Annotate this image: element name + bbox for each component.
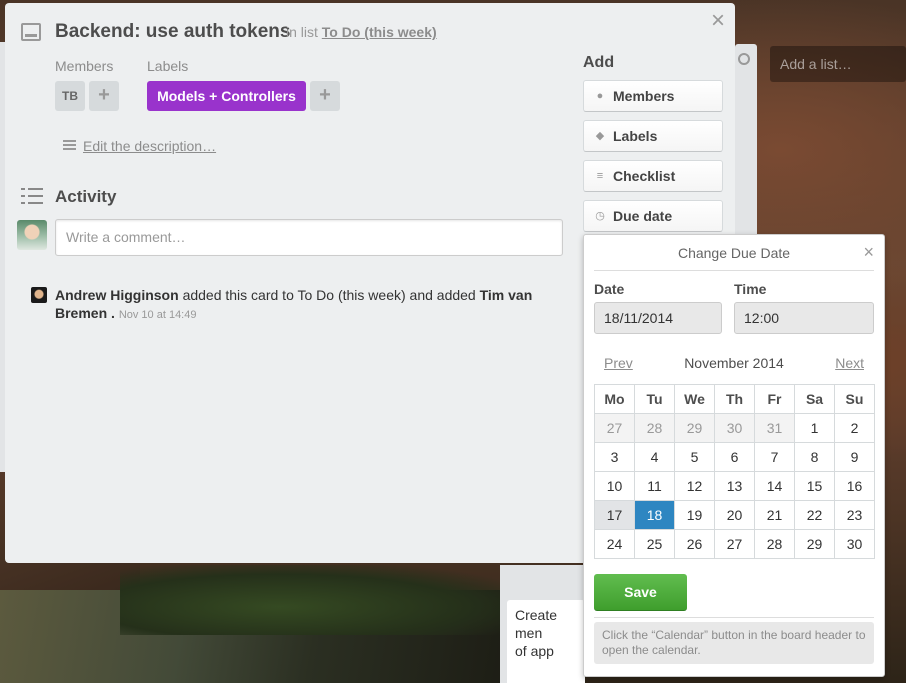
calendar-day[interactable]: 21 xyxy=(754,500,795,530)
add-label-button[interactable]: + xyxy=(310,81,340,111)
calendar-day[interactable]: 1 xyxy=(794,413,835,443)
card-icon xyxy=(21,23,41,41)
calendar-day[interactable]: 2 xyxy=(834,413,875,443)
save-button[interactable]: Save xyxy=(594,574,687,611)
due-date-popover: Change Due Date × Date Time 18/11/2014 1… xyxy=(583,234,885,677)
date-label: Date xyxy=(594,281,625,297)
calendar-day[interactable]: 20 xyxy=(714,500,755,530)
calendar-day[interactable]: 15 xyxy=(794,471,835,501)
labels-label: Labels xyxy=(147,58,189,74)
calendar-day[interactable]: 6 xyxy=(714,442,755,472)
calendar-day[interactable]: 8 xyxy=(794,442,835,472)
calendar-day[interactable]: 16 xyxy=(834,471,875,501)
activity-item: Andrew Higginson added this card to To D… xyxy=(55,286,555,324)
due-date-button-label: Due date xyxy=(613,208,673,224)
calendar-day-selected[interactable]: 18 xyxy=(634,500,675,530)
members-label: Members xyxy=(55,58,114,74)
member-avatar[interactable]: TB xyxy=(55,81,85,111)
close-icon[interactable]: × xyxy=(863,243,874,261)
calendar-day[interactable]: 19 xyxy=(674,500,715,530)
board-list-partial-right xyxy=(735,44,757,244)
weekday-header: Th xyxy=(714,384,755,414)
calendar-day[interactable]: 11 xyxy=(634,471,675,501)
in-list-prefix: in list xyxy=(286,24,318,40)
labels-button-label: Labels xyxy=(613,128,658,144)
calendar-day[interactable]: 25 xyxy=(634,529,675,559)
activity-heading: Activity xyxy=(55,187,117,206)
weekday-header: Mo xyxy=(594,384,635,414)
prev-month-link[interactable]: Prev xyxy=(604,355,633,371)
calendar-day[interactable]: 14 xyxy=(754,471,795,501)
calendar-day[interactable]: 27 xyxy=(594,413,635,443)
calendar-day[interactable]: 23 xyxy=(834,500,875,530)
divider xyxy=(594,617,874,618)
weekday-header: Tu xyxy=(634,384,675,414)
description-icon xyxy=(63,140,76,151)
landscape-trees xyxy=(120,565,520,635)
person-icon: ● xyxy=(596,90,604,102)
calendar-day[interactable]: 28 xyxy=(754,529,795,559)
next-month-link[interactable]: Next xyxy=(835,355,864,371)
label-badge[interactable]: Models + Controllers xyxy=(147,81,306,111)
calendar-grid: Mo Tu We Th Fr Sa Su 27 28 29 30 31 1 2 … xyxy=(594,384,875,559)
activity-actor[interactable]: Andrew Higginson xyxy=(55,287,179,303)
actor-avatar xyxy=(31,287,47,303)
calendar-day[interactable]: 29 xyxy=(674,413,715,443)
calendar-day[interactable]: 30 xyxy=(714,413,755,443)
calendar-day-today[interactable]: 17 xyxy=(594,500,635,530)
list-name-link[interactable]: To Do (this week) xyxy=(322,24,437,40)
calendar-day[interactable]: 27 xyxy=(714,529,755,559)
divider xyxy=(594,270,874,271)
calendar-day[interactable]: 13 xyxy=(714,471,755,501)
calendar-day[interactable]: 9 xyxy=(834,442,875,472)
popover-title: Change Due Date xyxy=(677,245,791,261)
calendar-day[interactable]: 31 xyxy=(754,413,795,443)
due-date-button[interactable]: ◷ Due date xyxy=(583,200,723,232)
tag-icon: ◆ xyxy=(595,130,605,142)
clock-icon: ◷ xyxy=(595,210,605,222)
add-heading: Add xyxy=(583,54,615,71)
comment-input[interactable]: Write a comment… xyxy=(55,219,563,256)
calendar-day[interactable]: 28 xyxy=(634,413,675,443)
members-button-label: Members xyxy=(613,88,675,104)
checklist-button[interactable]: ≡ Checklist xyxy=(583,160,723,192)
list-menu-icon[interactable] xyxy=(738,53,750,65)
calendar-day[interactable]: 12 xyxy=(674,471,715,501)
weekday-header: Su xyxy=(834,384,875,414)
calendar-day[interactable]: 10 xyxy=(594,471,635,501)
calendar-day[interactable]: 26 xyxy=(674,529,715,559)
checklist-icon: ≡ xyxy=(596,170,604,182)
weekday-header: Sa xyxy=(794,384,835,414)
time-label: Time xyxy=(734,281,767,297)
calendar-hint: Click the “Calendar” button in the board… xyxy=(594,622,874,664)
close-icon[interactable]: × xyxy=(711,9,725,33)
members-button[interactable]: ● Members xyxy=(583,80,723,112)
calendar-day[interactable]: 7 xyxy=(754,442,795,472)
weekday-header: Fr xyxy=(754,384,795,414)
date-input[interactable]: 18/11/2014 xyxy=(594,302,722,334)
activity-suffix: . xyxy=(111,305,115,321)
activity-text: added this card to To Do (this week) and… xyxy=(182,287,476,303)
calendar-day[interactable]: 3 xyxy=(594,442,635,472)
card-title[interactable]: Backend: use auth tokens xyxy=(55,21,290,43)
add-member-button[interactable]: + xyxy=(89,81,119,111)
calendar-day[interactable]: 24 xyxy=(594,529,635,559)
calendar-day[interactable]: 22 xyxy=(794,500,835,530)
edit-description-link[interactable]: Edit the description… xyxy=(83,138,216,154)
board-card[interactable]: Create men of app xyxy=(507,600,585,683)
user-avatar xyxy=(17,220,47,250)
calendar-day[interactable]: 5 xyxy=(674,442,715,472)
checklist-button-label: Checklist xyxy=(613,168,676,184)
labels-button[interactable]: ◆ Labels xyxy=(583,120,723,152)
add-list-input[interactable]: Add a list… xyxy=(770,46,906,82)
time-input[interactable]: 12:00 xyxy=(734,302,874,334)
weekday-header: We xyxy=(674,384,715,414)
in-list-text: in list To Do (this week) xyxy=(286,24,437,40)
activity-date[interactable]: Nov 10 at 14:49 xyxy=(119,309,197,321)
calendar-day[interactable]: 29 xyxy=(794,529,835,559)
calendar-day[interactable]: 4 xyxy=(634,442,675,472)
activity-icon xyxy=(21,187,43,205)
calendar-day[interactable]: 30 xyxy=(834,529,875,559)
